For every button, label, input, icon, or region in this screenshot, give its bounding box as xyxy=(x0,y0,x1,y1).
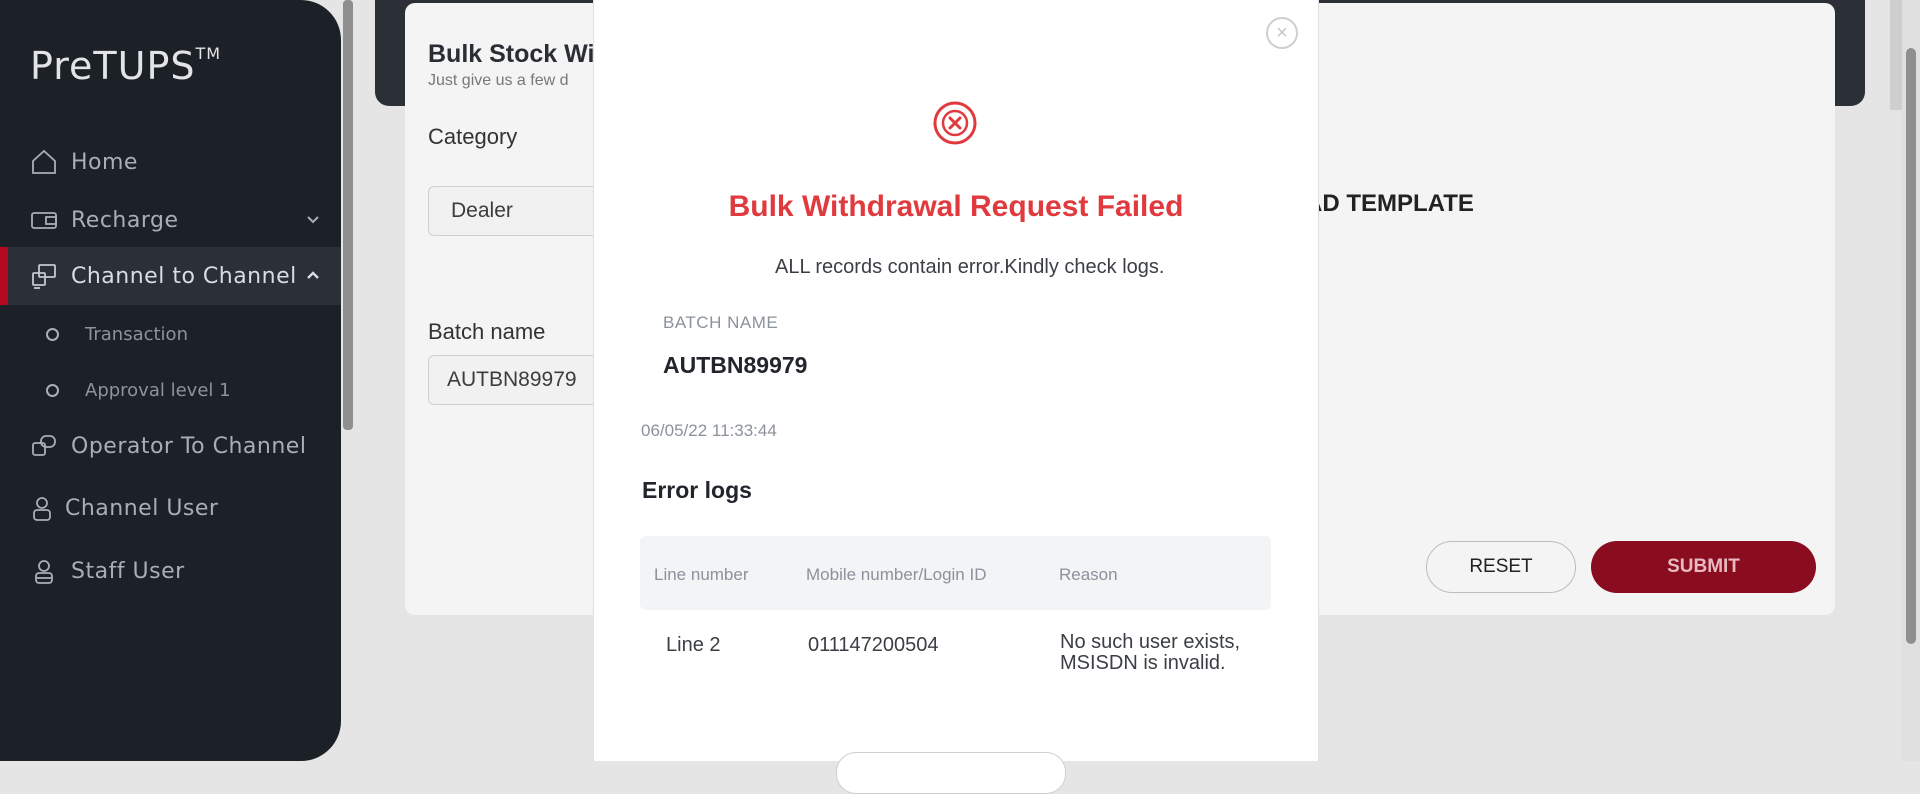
column-header-reason: Reason xyxy=(1059,565,1118,584)
home-icon xyxy=(29,147,59,177)
modal-message: ALL records contain error.Kindly check l… xyxy=(775,256,1165,278)
sidebar-item-home[interactable]: Home xyxy=(0,133,341,191)
sidebar-subitem-approval-level-1[interactable]: Approval level 1 xyxy=(0,370,341,410)
sidebar-item-label: Channel User xyxy=(65,495,219,521)
sidebar-scrollbar[interactable] xyxy=(343,0,353,430)
app-logo: PreTUPSTM xyxy=(30,44,222,88)
bullet-icon xyxy=(46,327,59,341)
batch-name-input-value: AUTBN89979 xyxy=(447,368,577,391)
category-select-value: Dealer xyxy=(451,199,513,222)
category-label: Category xyxy=(428,124,518,149)
sidebar-subitem-transaction[interactable]: Transaction xyxy=(0,314,341,354)
sidebar-item-label: Operator To Channel xyxy=(71,433,307,459)
sidebar-item-staff-user[interactable]: Staff User xyxy=(0,542,341,600)
cell-line-number: Line 2 xyxy=(666,634,721,656)
batch-name-label: Batch name xyxy=(428,319,546,344)
chevron-up-icon xyxy=(307,271,319,279)
sidebar-subitem-label: Transaction xyxy=(85,323,188,345)
error-logs-heading: Error logs xyxy=(642,477,752,503)
column-header-line-number: Line number xyxy=(654,565,749,584)
page-subtitle: Just give us a few d xyxy=(428,72,569,89)
page-scrollbar-thumb[interactable] xyxy=(1906,48,1916,644)
column-header-mobile-login: Mobile number/Login ID xyxy=(806,565,987,584)
sidebar-item-label: Recharge xyxy=(71,207,179,233)
download-template-link[interactable]: AD TEMPLATE xyxy=(1305,190,1474,218)
page-scrollbar[interactable] xyxy=(1902,0,1920,761)
bullet-icon xyxy=(46,383,59,397)
modal-title: Bulk Withdrawal Request Failed xyxy=(728,190,1184,223)
cell-mobile-number: 011147200504 xyxy=(808,634,939,656)
staff-user-icon xyxy=(29,556,59,586)
submit-button[interactable]: SUBMIT xyxy=(1591,541,1816,593)
timestamp: 06/05/22 11:33:44 xyxy=(641,421,777,440)
operator-channel-icon xyxy=(29,431,59,461)
sidebar-item-operator-to-channel[interactable]: Operator To Channel xyxy=(0,417,341,475)
batch-name-heading: BATCH NAME xyxy=(663,313,779,332)
channel-transfer-icon xyxy=(29,261,59,291)
page-title: Bulk Stock Wi xyxy=(428,40,595,68)
cell-reason: No such user exists, MSISDN is invalid. xyxy=(1060,631,1241,674)
sidebar: PreTUPSTM Home Recharge Channel to Chann… xyxy=(0,0,341,761)
sidebar-item-channel-user[interactable]: Channel User xyxy=(0,479,341,537)
sidebar-item-label: Staff User xyxy=(71,558,185,584)
recharge-icon xyxy=(29,205,59,235)
sidebar-item-recharge[interactable]: Recharge xyxy=(0,191,341,249)
error-circle-icon xyxy=(933,101,977,145)
sidebar-item-label: Home xyxy=(71,149,138,175)
user-icon xyxy=(27,493,57,523)
sidebar-subitem-label: Approval level 1 xyxy=(85,379,231,401)
sidebar-item-label: Channel to Channel xyxy=(71,263,297,289)
modal-action-button[interactable] xyxy=(836,752,1066,794)
batch-name-value: AUTBN89979 xyxy=(663,352,808,378)
reset-button[interactable]: RESET xyxy=(1426,541,1576,593)
header-scroll-track xyxy=(1890,0,1902,110)
close-icon[interactable]: × xyxy=(1266,17,1298,49)
sidebar-item-channel-to-channel[interactable]: Channel to Channel xyxy=(0,247,341,305)
chevron-down-icon xyxy=(307,216,319,224)
error-modal: × Bulk Withdrawal Request Failed ALL rec… xyxy=(593,0,1319,794)
